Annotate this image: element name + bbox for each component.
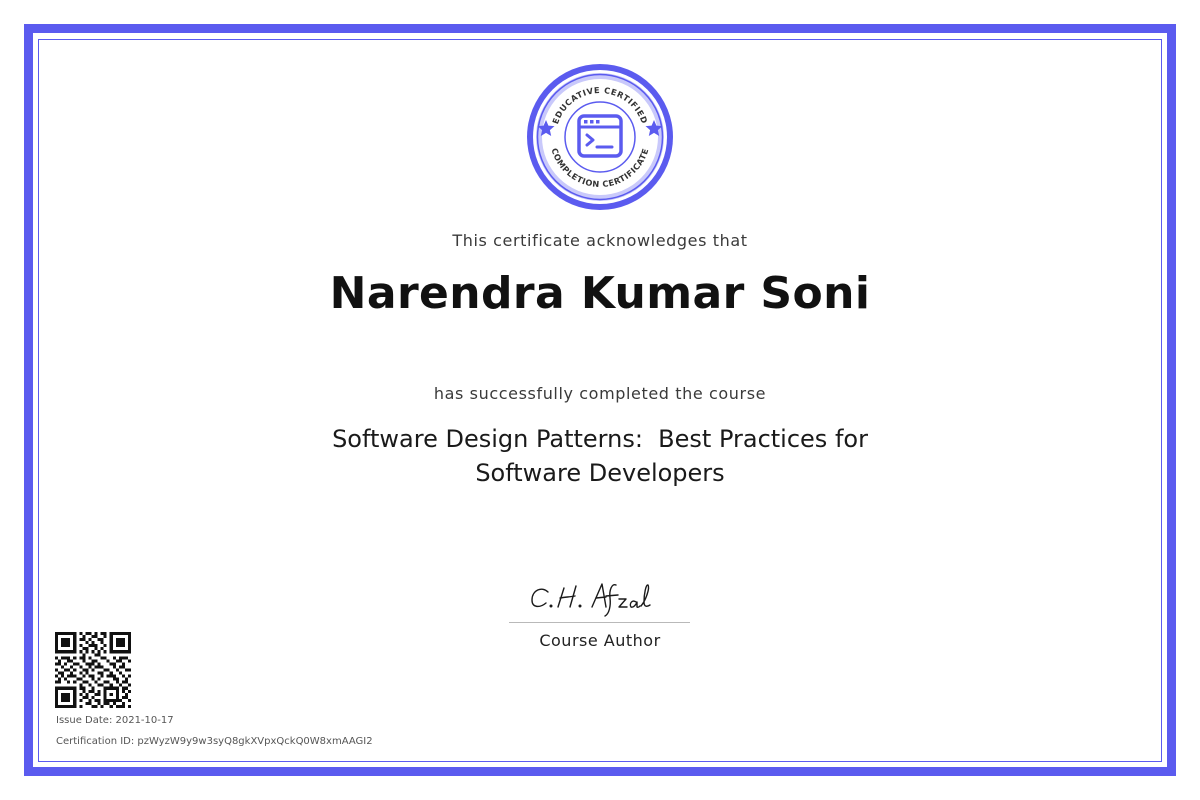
course-title: Software Design Patterns: Best Practices… <box>332 425 868 487</box>
qr-code-icon <box>55 632 131 708</box>
completed-text: has successfully completed the course <box>433 384 767 403</box>
acknowledge-text: This certificate acknowledges that <box>452 231 748 250</box>
recipient-name: Narendra Kumar Soni <box>329 268 871 319</box>
signature-role: Course Author <box>539 631 661 650</box>
author-signature <box>531 583 651 617</box>
signature-line <box>509 622 690 623</box>
certification-id: Certification ID: pzWyzW9y9w3syQ8gkXVpxQ… <box>56 736 373 747</box>
issue-date: Issue Date: 2021-10-17 <box>56 715 174 726</box>
certified-badge: EDUCATIVE CERTIFIED COMPLETION CERTIFICA… <box>527 64 673 210</box>
